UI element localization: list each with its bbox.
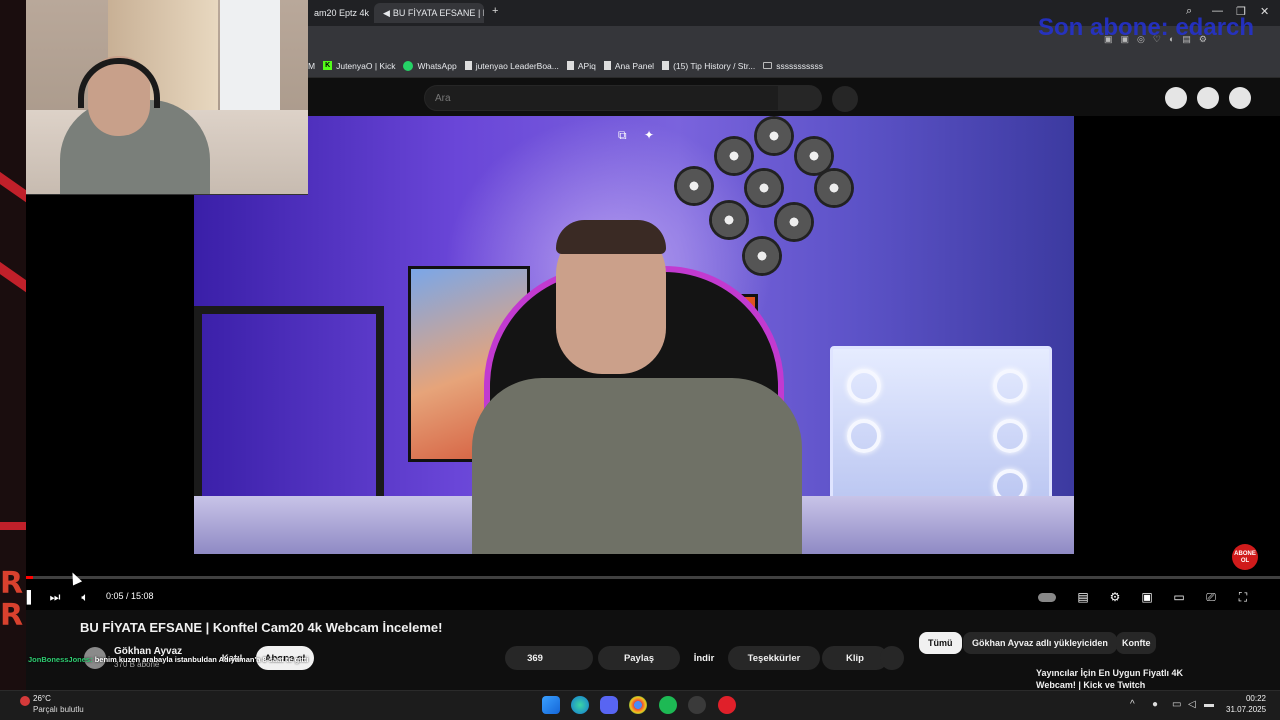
subtitles-icon[interactable]: ▤ [1074,588,1092,606]
settings-icon[interactable]: ⚙ [1106,588,1124,606]
cast-icon[interactable]: ⎚ [1202,588,1220,606]
mic-icon[interactable]: ● [1152,699,1158,710]
like-count: 369 [527,652,543,664]
bookmark-label: (15) Tip History / Str... [673,60,756,71]
discord-icon[interactable] [600,696,618,714]
page-icon [662,61,670,70]
subscribe-watermark[interactable]: ABONE OL [1232,544,1258,570]
chevron-up-icon[interactable]: ^ [1130,699,1135,710]
edge-icon[interactable] [571,696,589,714]
tab-label: am20 Eptz 4k Ul [314,8,372,18]
chip-uploader[interactable]: Gökhan Ayvaz adlı yükleyiciden [963,632,1117,654]
whatsapp-icon [403,60,414,71]
time-display: 0:05 / 15:08 [106,591,154,601]
browser-tab-active[interactable]: ◀ BU FİYATA EFSANE | K [374,3,484,23]
volume-icon[interactable]: ◁ [1188,699,1196,710]
miniplayer-icon[interactable]: ▣ [1138,588,1156,606]
taskbar: 26°C Parçalı bulutlu ^ ● ▭ ◁ ▬ 00:22 31.… [0,690,1280,720]
bookmark-label: Ana Panel [614,60,655,71]
bookmark-item[interactable]: sssssssssss [763,61,823,71]
weather-description[interactable]: Parçalı bulutlu [33,705,84,714]
bookmark-label: JutenyaO | Kick [336,60,396,71]
browser-tab[interactable]: am20 Eptz 4k Ul [308,3,372,23]
bookmark-item[interactable]: K JutenyaO | Kick [323,61,395,71]
avatar[interactable] [1229,87,1251,109]
bookmark-label: sssssssssss [776,60,824,71]
clip-button[interactable]: Klip [822,646,888,670]
bookmarks-bar: M K JutenyaO | Kick WhatsApp jutenyao Lea… [308,54,1280,78]
chip-related[interactable]: Konfte [1116,632,1156,654]
folder-icon [763,62,773,69]
kick-icon: K [323,61,333,70]
weather-icon[interactable] [20,696,30,706]
chat-text: benim kuzen arabayla istanbuldan Adıyama… [94,655,309,664]
page-icon [566,61,574,70]
chat-message: JonBonessJones: benim kuzen arabayla ist… [28,655,308,664]
chrome-icon[interactable] [629,696,647,714]
mic-icon[interactable] [832,86,858,112]
tab-label: BU FİYATA EFSANE | K [392,8,484,18]
obs-icon[interactable] [688,696,706,714]
chip-all[interactable]: Tümü [919,632,962,654]
progress-bar[interactable] [26,576,1280,579]
thanks-button[interactable]: Teşekkürler [728,646,820,670]
create-icon[interactable] [1165,87,1187,109]
close-icon[interactable]: ✕ [1260,5,1269,18]
progress-fill [26,576,33,579]
notifications-icon[interactable] [1197,87,1219,109]
left-edge-overlay: R R [0,0,26,690]
bookmark-label: APiq [577,60,596,71]
bookmark-item[interactable]: WhatsApp [403,60,457,71]
stream-alert-text: Son abone: edarch [1038,14,1255,41]
webcam-overlay [26,0,308,195]
search-input[interactable]: Ara [424,85,780,111]
new-tab-button[interactable]: + [492,5,498,17]
bookmark-item[interactable]: (15) Tip History / Str... [662,61,755,71]
page-icon [464,61,472,70]
clock-time[interactable]: 00:22 [1236,694,1266,703]
fullscreen-icon[interactable]: ⛶ [1234,588,1252,606]
opera-icon[interactable] [718,696,736,714]
bookmark-item[interactable]: M [308,61,315,71]
speaker-icon: ◀ [383,7,390,18]
volume-icon[interactable]: 🔈︎ [76,588,94,606]
start-icon[interactable] [542,696,560,714]
next-icon[interactable]: ⏭ [46,588,64,606]
play-icon[interactable]: ▌ [22,588,40,606]
video-title: BU FİYATA EFSANE | Konftel Cam20 4k Webc… [80,620,443,635]
pip-icon[interactable]: ⧉ [618,128,627,143]
chat-username: JonBonessJones: [28,655,93,664]
player-controls: ▌ ⏭ 🔈︎ 0:05 / 15:08 ▤ ⚙ ▣ ▭ ⎚ ⛶ [26,584,1280,610]
bookmark-label: M [308,60,316,71]
share-button[interactable]: Paylaş [598,646,680,670]
youtube-header: Ara [308,78,1280,116]
recommendation-title[interactable]: Yayıncılar İçin En Uygun Fiyatlı 4K Webc… [1036,667,1196,691]
spotify-icon[interactable] [659,696,677,714]
bookmark-item[interactable]: Ana Panel [603,60,655,71]
bookmark-label: jutenyao LeaderBoa... [475,60,559,71]
bookmark-item[interactable]: APiq [566,60,596,71]
page-icon [603,61,611,70]
download-button[interactable]: İndir [686,646,722,670]
clock-date[interactable]: 31.07.2025 [1226,705,1266,714]
more-actions-button[interactable] [880,646,904,670]
autoplay-toggle[interactable] [1038,588,1056,606]
search-button[interactable] [778,85,822,111]
sparkle-icon[interactable]: ✦ [644,128,654,142]
bookmark-item[interactable]: jutenyao LeaderBoa... [464,60,559,71]
network-icon[interactable]: ▭ [1172,699,1181,710]
bookmark-label: WhatsApp [417,60,457,71]
theater-icon[interactable]: ▭ [1170,588,1188,606]
weather-temperature[interactable]: 26°C [33,694,51,703]
like-button[interactable]: 369 [505,646,593,670]
battery-icon[interactable]: ▬ [1204,699,1214,710]
video-frame[interactable]: ⧉ ✦ [194,116,1074,554]
